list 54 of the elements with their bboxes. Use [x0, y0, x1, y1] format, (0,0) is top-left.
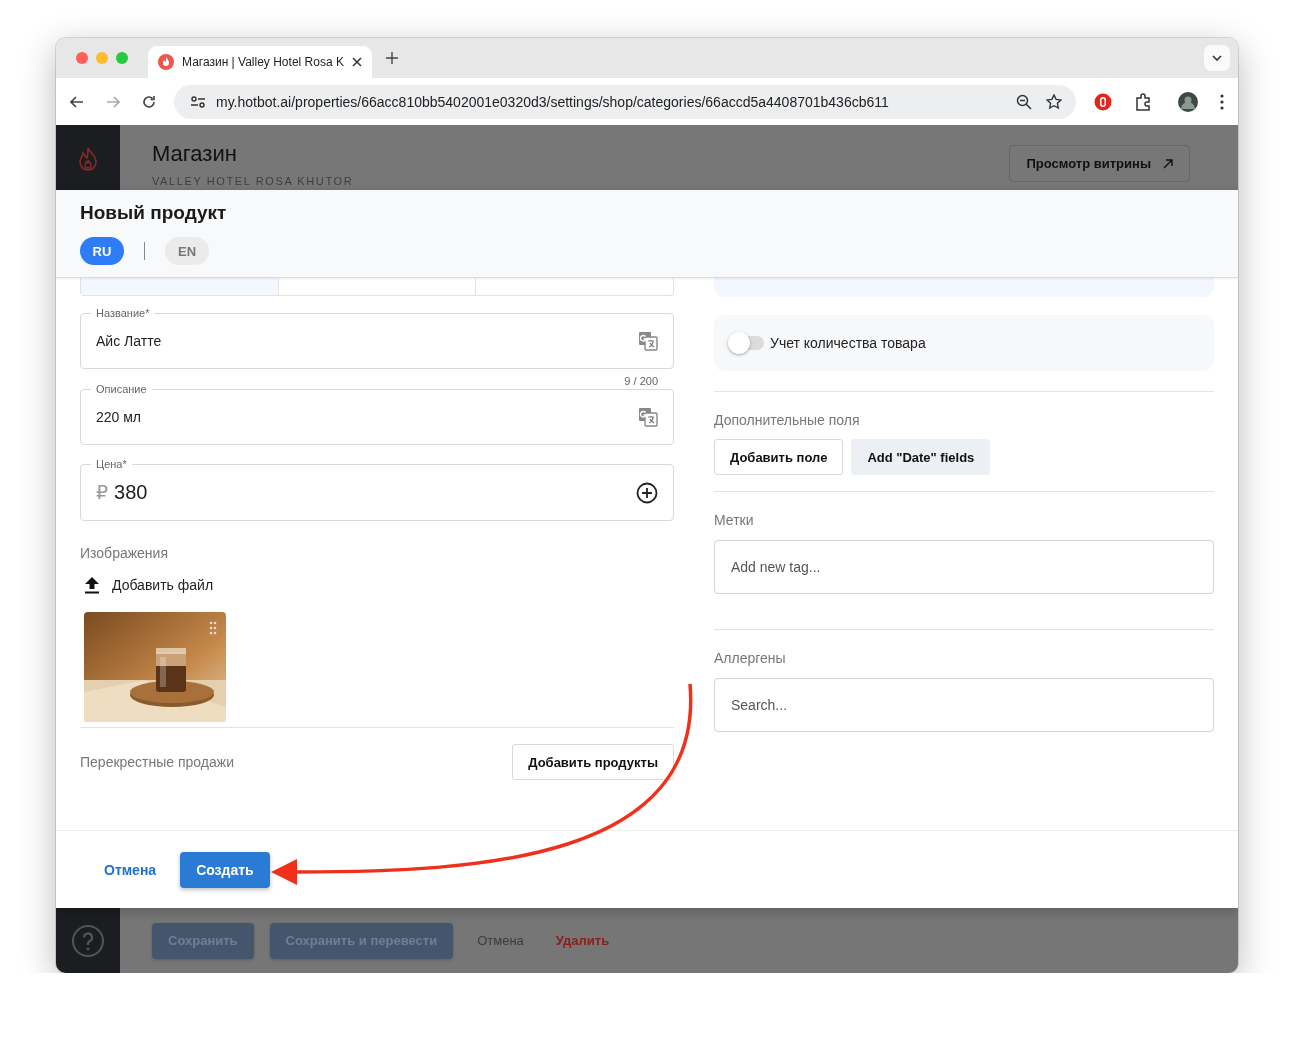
search-field[interactable]: Search...: [714, 678, 1214, 732]
translate-icon[interactable]: [638, 331, 658, 351]
language-tab[interactable]: EN: [165, 237, 209, 265]
field-value: Айс Латте: [96, 333, 162, 349]
character-counter: 9 / 200: [623, 374, 659, 388]
puzzle-icon[interactable]: [1134, 92, 1152, 111]
chevron-down-icon: [1212, 55, 1222, 61]
language-tab[interactable]: RU: [80, 237, 124, 265]
upload-icon: [84, 576, 100, 594]
field-value: 380: [114, 481, 148, 504]
toggle-label: Учет количества товара: [770, 335, 926, 351]
tag-input[interactable]: Add new tag...: [714, 540, 1214, 594]
reload-icon[interactable]: [142, 94, 156, 109]
new-tab-icon[interactable]: [385, 52, 398, 64]
close-icon[interactable]: [351, 57, 362, 67]
section-label: Изображения: [80, 545, 169, 561]
page-subtitle: VALLEY HOTEL ROSA KHUTOR: [152, 175, 354, 187]
tab-menu-button[interactable]: [1204, 45, 1230, 71]
url-text: my.hotbot.ai/properties/66acc810bb5402001e0320d3/settings/shop/categories/66accd5a4408701b436cb611: [216, 93, 889, 110]
stop-sign-icon[interactable]: [1094, 92, 1112, 111]
modal-title: Новый продукт: [80, 202, 228, 224]
storefront-button[interactable]: Просмотр витрины: [1009, 145, 1190, 182]
upload-button[interactable]: Добавить файл: [80, 576, 214, 594]
browser-tab[interactable]: Магазин | Valley Hotel Rosa K: [148, 46, 372, 78]
address-bar[interactable]: my.hotbot.ai/properties/66acc810bb5402001e0320d3/settings/shop/categories/66accd5a4408701b436cb611: [174, 84, 1076, 119]
plus-circle-icon[interactable]: [636, 481, 658, 504]
external-link-icon: [1163, 158, 1173, 169]
site-settings-icon[interactable]: [190, 94, 206, 109]
help-icon[interactable]: [72, 925, 104, 957]
page-title: Магазин: [152, 141, 238, 167]
drag-handle-icon[interactable]: [209, 621, 217, 635]
window-control[interactable]: [76, 52, 88, 64]
add-products-button[interactable]: Добавить продукты: [512, 744, 674, 780]
field-value: 220 мл: [96, 409, 142, 425]
section-label: Перекрестные продажи: [80, 754, 234, 770]
currency-symbol: ₽: [96, 481, 109, 504]
add-field-button[interactable]: Add "Date" fields: [851, 439, 991, 475]
translate-icon[interactable]: [638, 407, 658, 427]
section-label: Дополнительные поля: [714, 412, 861, 428]
flame-icon: [158, 54, 174, 70]
field-label: Цена*: [91, 458, 132, 471]
star-icon[interactable]: [1046, 93, 1062, 110]
avatar-icon[interactable]: [1178, 91, 1198, 112]
section-label: Аллергены: [714, 650, 787, 666]
back-icon[interactable]: [70, 95, 84, 108]
cancel-link[interactable]: Отмена: [80, 861, 157, 878]
section-label: Метки: [714, 512, 755, 528]
field-label: Название*: [91, 307, 155, 320]
add-field-button[interactable]: Добавить поле: [714, 439, 844, 475]
tab-title: Магазин | Valley Hotel Rosa K: [182, 55, 344, 69]
more-icon[interactable]: [1220, 93, 1224, 110]
create-button[interactable]: Создать: [180, 851, 270, 888]
field-label: Описание: [91, 383, 152, 396]
zoom-icon[interactable]: [1016, 93, 1032, 110]
